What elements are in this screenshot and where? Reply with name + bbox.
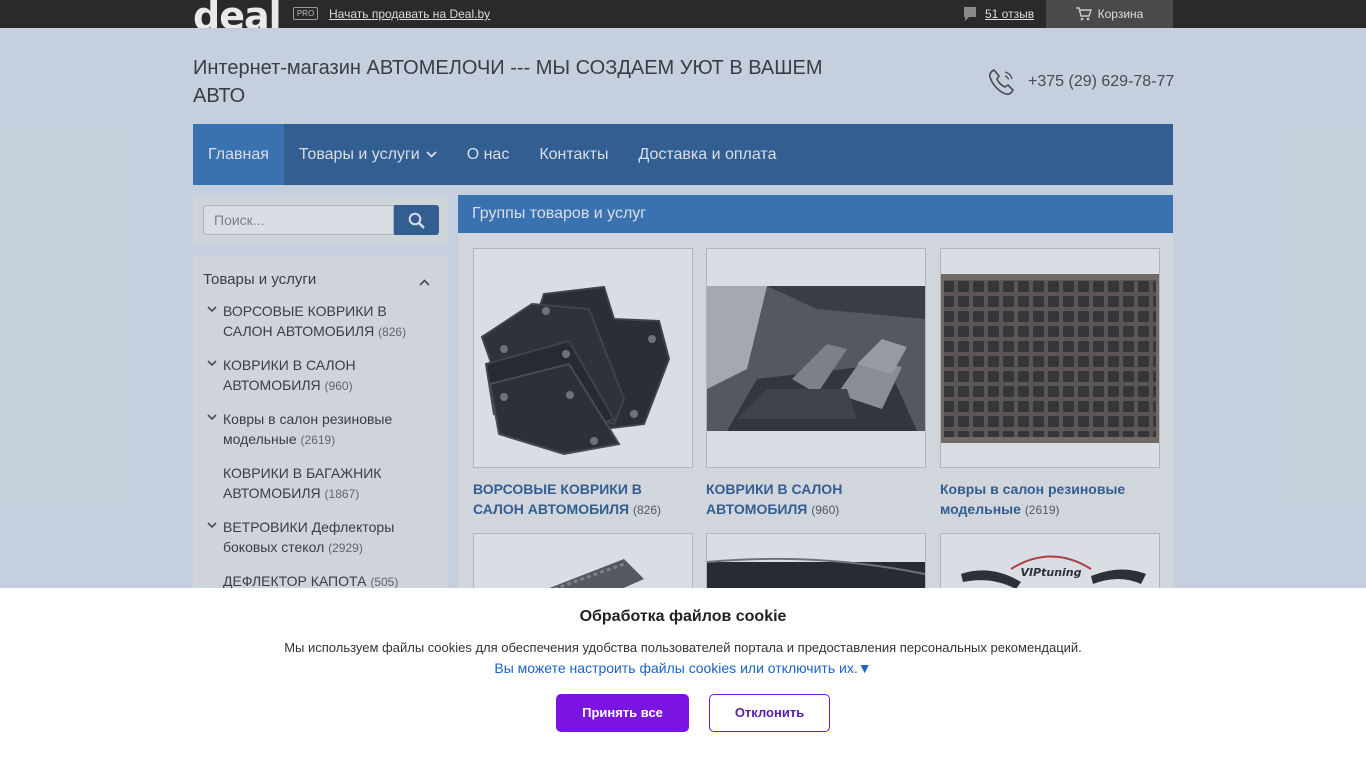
cookie-text: Мы используем файлы cookies для обеспече… [284,640,1082,655]
cookie-settings-link[interactable]: Вы можете настроить файлы cookies или от… [0,660,1366,676]
cookie-title: Обработка файлов cookie [579,608,787,625]
cart-icon [1075,7,1092,21]
decline-button[interactable]: Отклонить [709,694,830,732]
top-bar: deal PRO Начать продавать на Deal.by 51 … [0,0,1366,35]
accept-all-button[interactable]: Принять все [556,694,689,732]
cart-button[interactable]: Корзина [1046,0,1173,28]
reviews-link[interactable]: 51 отзыв [963,6,1034,22]
start-selling-link[interactable]: Начать продавать на Deal.by [329,7,490,21]
modal-backdrop [0,28,1366,588]
cookie-banner: Обработка файлов cookie Мы используем фа… [0,588,1366,768]
pro-badge: PRO [293,7,318,20]
cart-label: Корзина [1097,7,1144,21]
reviews-link-label: 51 отзыв [985,7,1035,21]
comment-icon [964,7,976,21]
